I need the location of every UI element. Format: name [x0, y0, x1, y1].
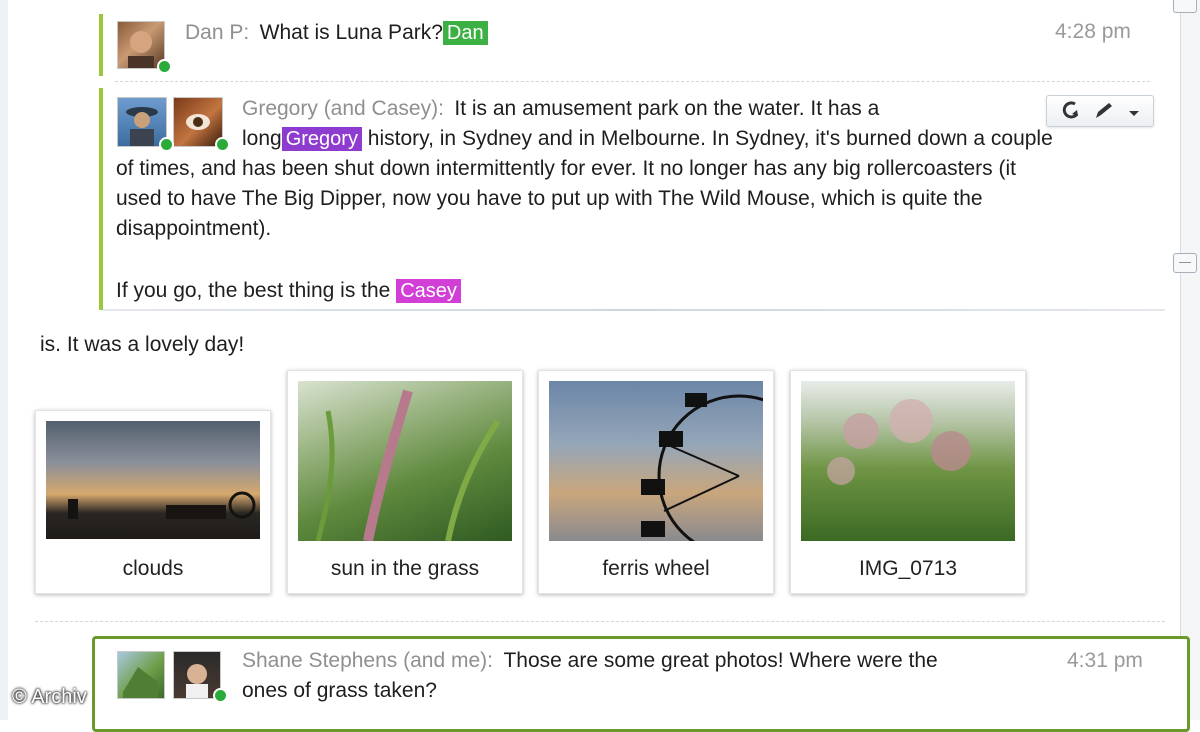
- user-tag-gregory: Gregory: [281, 127, 362, 151]
- photo-caption: sun in the grass: [330, 557, 480, 580]
- user-tag-dan: Dan: [442, 21, 488, 45]
- photo-clouds[interactable]: [46, 421, 260, 539]
- message-text: history, in Sydney and in Melbourne. In …: [367, 127, 1053, 150]
- photo-caption: clouds: [122, 557, 184, 580]
- message-line: Shane Stephens (and me): Those are some …: [242, 646, 938, 676]
- blip-gregory[interactable]: [99, 88, 103, 310]
- blip-toolbar[interactable]: [1046, 95, 1154, 127]
- author-name[interactable]: Gregory (and Casey):: [242, 97, 444, 120]
- photo-card[interactable]: IMG_0713: [790, 370, 1026, 594]
- author-name[interactable]: Shane Stephens (and me):: [242, 649, 493, 672]
- edit-pencil-icon[interactable]: [1093, 101, 1115, 126]
- photo-ferris-wheel[interactable]: [549, 381, 763, 541]
- user-tag-casey: Casey: [396, 279, 461, 303]
- photo-flowers[interactable]: [801, 381, 1015, 541]
- photo-caption: IMG_0713: [858, 557, 958, 580]
- message-text: What is Luna Park?: [259, 21, 443, 44]
- message-text: It is an amusement park on the water. It…: [454, 97, 880, 120]
- online-indicator: [157, 59, 172, 74]
- divider: [115, 81, 1150, 82]
- message-line: If you go, the best thing is the Casey: [116, 276, 461, 306]
- timestamp: 4:31 pm: [1067, 649, 1143, 672]
- message-text: is. It was a lovely day!: [40, 333, 245, 356]
- message-line: Dan P: What is Luna Park? Dan: [185, 18, 488, 48]
- scrollbar-top-cap[interactable]: [1173, 0, 1197, 13]
- message-text: of times, and has been shut down intermi…: [116, 157, 1016, 180]
- chevron-down-icon[interactable]: [1127, 105, 1141, 123]
- blip-dan[interactable]: [99, 14, 103, 76]
- photo-grass[interactable]: [298, 381, 512, 541]
- photo-caption: ferris wheel: [602, 557, 710, 580]
- message-text: Those are some great photos! Where were …: [503, 649, 938, 672]
- divider: [35, 621, 1165, 622]
- message-text: used to have The Big Dipper, now you hav…: [116, 187, 983, 210]
- photo-card[interactable]: sun in the grass: [287, 370, 523, 594]
- left-gutter: [0, 0, 8, 720]
- message-text: If you go, the best thing is the: [116, 279, 391, 302]
- online-indicator: [213, 688, 228, 703]
- message-line: Gregory (and Casey): It is an amusement …: [242, 94, 879, 124]
- message-text: long: [242, 127, 282, 150]
- reply-icon[interactable]: [1061, 101, 1081, 126]
- online-indicator: [159, 137, 174, 152]
- scrollbar-thumb-grip: [1179, 262, 1191, 263]
- avatar-shane: [117, 651, 165, 699]
- scrollbar-thumb[interactable]: [1173, 253, 1197, 273]
- timestamp: 4:28 pm: [1055, 20, 1131, 43]
- author-name[interactable]: Dan P:: [185, 21, 249, 44]
- message-text: disappointment).: [116, 217, 272, 240]
- vertical-scrollbar[interactable]: [1180, 0, 1200, 720]
- blip-card-shadow: [103, 309, 1165, 311]
- online-indicator: [215, 137, 230, 152]
- photo-card[interactable]: clouds: [35, 410, 271, 594]
- message-line: long Gregory history, in Sydney and in Me…: [242, 124, 1053, 154]
- watermark: © Archiv: [12, 686, 87, 708]
- message-text: ones of grass taken?: [242, 679, 437, 702]
- photo-card[interactable]: ferris wheel: [538, 370, 774, 594]
